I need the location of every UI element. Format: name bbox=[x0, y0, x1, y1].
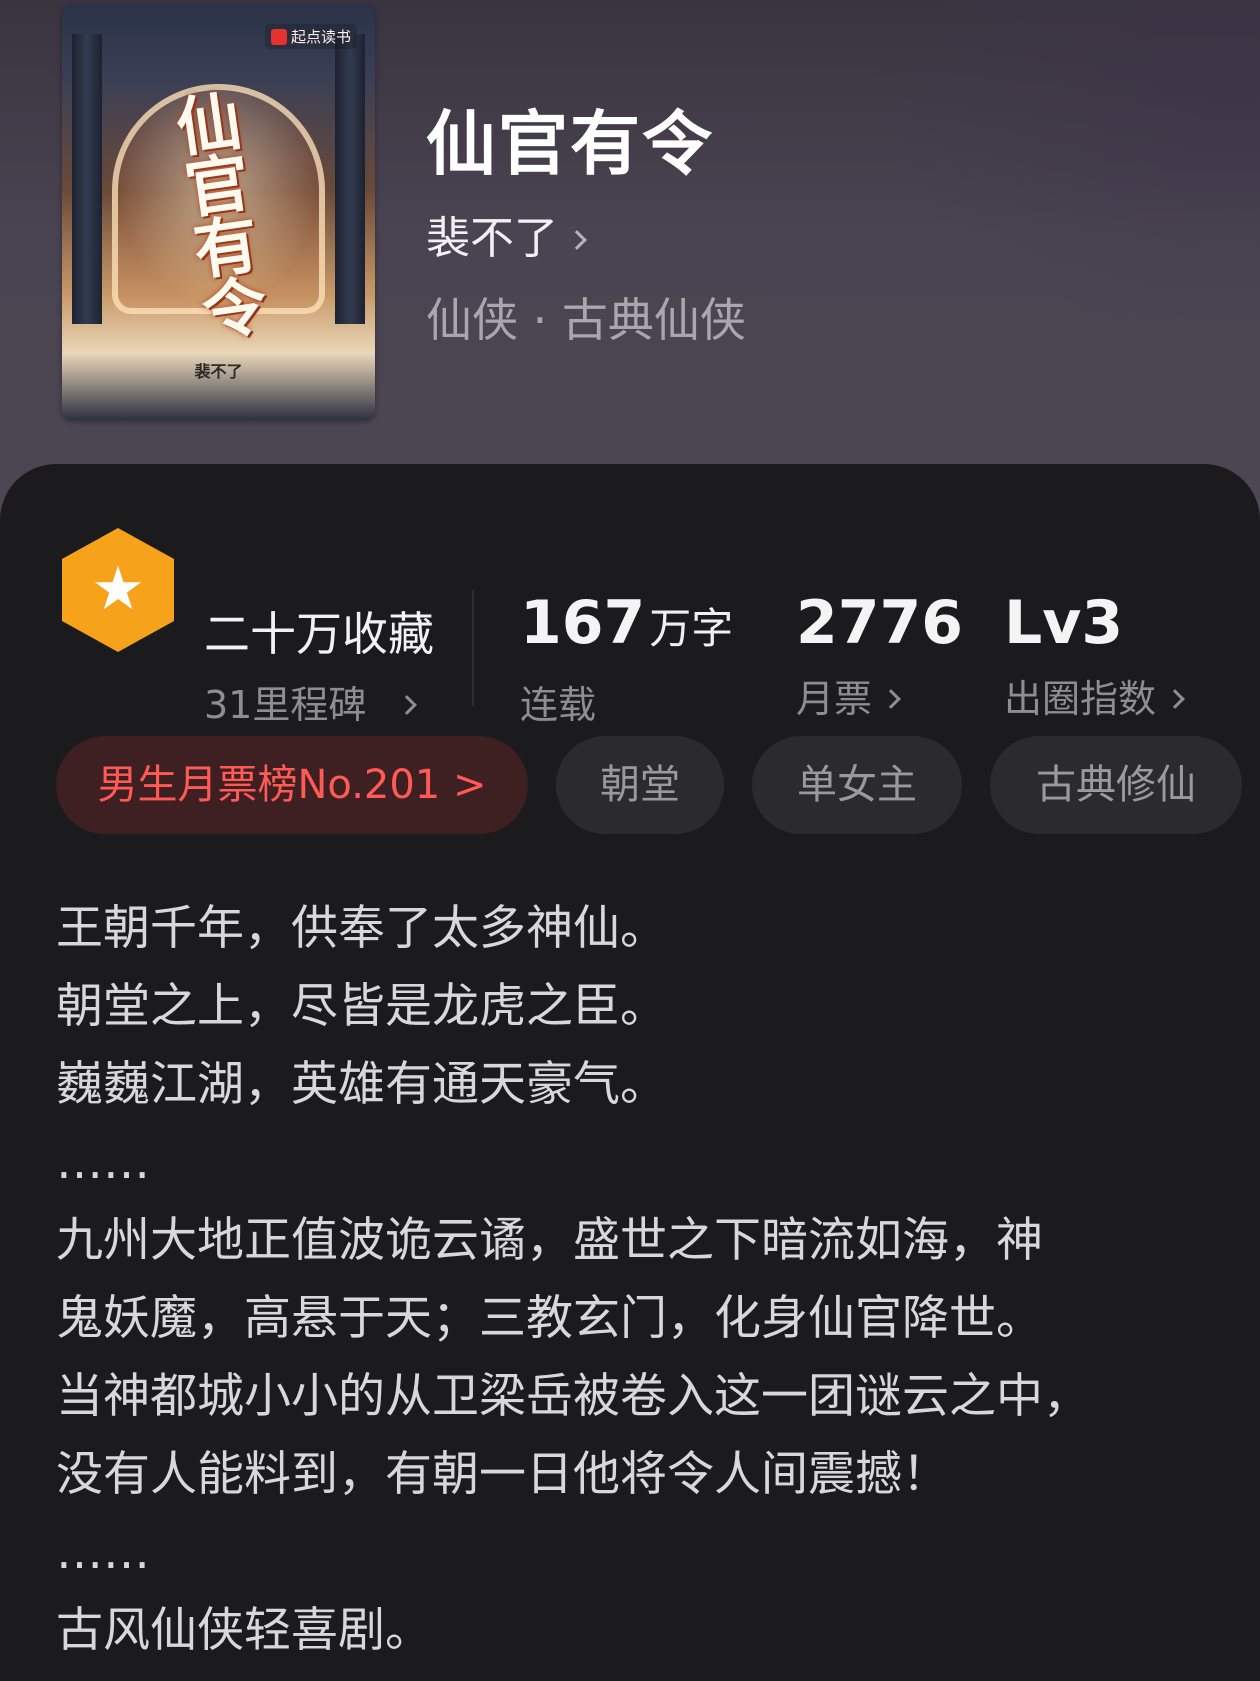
rank-tag[interactable]: 男生月票榜No.201 > bbox=[56, 736, 528, 834]
tag-chip[interactable]: 古典修仙 bbox=[990, 736, 1242, 834]
stats-row: ★ 二十万收藏 31里程碑 167万字 连载 2776 月票 Lv3 出圈指数 bbox=[0, 524, 1260, 727]
book-header: 起点读书 仙官有令 裴不了 仙官有令 裴不了 仙侠 · 古典仙侠 bbox=[0, 0, 1260, 520]
tag-chip[interactable]: 单女主 bbox=[752, 736, 962, 834]
chevron-right-icon bbox=[881, 689, 901, 709]
synopsis-line: …… bbox=[56, 1135, 150, 1190]
author-name: 裴不了 bbox=[426, 213, 558, 264]
chevron-right-icon bbox=[1165, 689, 1185, 709]
monthly-votes-label: 月票 bbox=[796, 677, 873, 721]
author-link[interactable]: 裴不了 bbox=[426, 202, 587, 266]
word-count-value: 167 bbox=[520, 588, 646, 658]
cover-author: 裴不了 bbox=[194, 362, 243, 381]
synopsis-line: 王朝千年，供奉了太多神仙。 bbox=[56, 901, 667, 956]
book-detail-page: 起点读书 仙官有令 裴不了 仙官有令 裴不了 仙侠 · 古典仙侠 ★ 二十万收藏… bbox=[0, 0, 1260, 1681]
chevron-right-icon bbox=[397, 695, 418, 715]
book-genre: 仙侠 · 古典仙侠 bbox=[426, 293, 746, 347]
collection-badge: ★ bbox=[62, 528, 174, 652]
word-count-unit: 万字 bbox=[649, 604, 734, 653]
breakout-index-stat[interactable]: Lv3 出圈指数 bbox=[1004, 588, 1185, 723]
milestone-link[interactable]: 31里程碑 bbox=[204, 674, 418, 729]
word-count-stat: 167万字 连载 bbox=[520, 590, 733, 729]
star-icon: ★ bbox=[91, 554, 145, 624]
book-title: 仙官有令 bbox=[426, 102, 714, 185]
cover-brand-logo: 起点读书 bbox=[264, 24, 357, 49]
milestone-count: 31里程碑 bbox=[204, 683, 367, 727]
book-synopsis: 王朝千年，供奉了太多神仙。 朝堂之上，尽皆是龙虎之臣。 巍巍江湖，英雄有通天豪气… bbox=[56, 890, 1216, 1670]
synopsis-line: 九州大地正值波诡云谲，盛世之下暗流如海，神 bbox=[56, 1213, 1043, 1268]
cover-pillar-right bbox=[335, 34, 365, 324]
collection-count: 二十万收藏 bbox=[204, 607, 434, 661]
monthly-votes-value: 2776 bbox=[796, 588, 963, 658]
synopsis-line: 没有人能料到，有朝一日他将令人间震撼！ bbox=[56, 1447, 949, 1502]
synopsis-line: 巍巍江湖，英雄有通天豪气。 bbox=[56, 1057, 667, 1112]
synopsis-line: 当神都城小小的从卫梁岳被卷入这一团谜云之中， bbox=[56, 1369, 1090, 1424]
cover-brand-text: 起点读书 bbox=[290, 28, 351, 46]
breakout-index-value: Lv3 bbox=[1004, 588, 1124, 658]
brand-icon bbox=[270, 29, 287, 45]
tag-chip[interactable]: 朝堂 bbox=[556, 736, 724, 834]
synopsis-line: …… bbox=[56, 1525, 150, 1580]
monthly-votes-stat[interactable]: 2776 月票 bbox=[796, 590, 963, 723]
serial-status: 连载 bbox=[520, 683, 597, 727]
stats-divider bbox=[472, 590, 474, 706]
synopsis-line: 朝堂之上，尽皆是龙虎之臣。 bbox=[56, 979, 667, 1034]
tag-row: 男生月票榜No.201 > 朝堂 单女主 古典修仙 bbox=[56, 736, 1260, 834]
cover-pillar-left bbox=[72, 34, 102, 324]
breakout-index-label: 出圈指数 bbox=[1004, 677, 1157, 721]
book-cover[interactable]: 起点读书 仙官有令 裴不了 bbox=[62, 4, 375, 420]
synopsis-line: 鬼妖魔，高悬于天；三教玄门，化身仙官降世。 bbox=[56, 1291, 1043, 1346]
chevron-right-icon bbox=[567, 230, 587, 250]
synopsis-line: 古风仙侠轻喜剧。 bbox=[56, 1603, 432, 1658]
